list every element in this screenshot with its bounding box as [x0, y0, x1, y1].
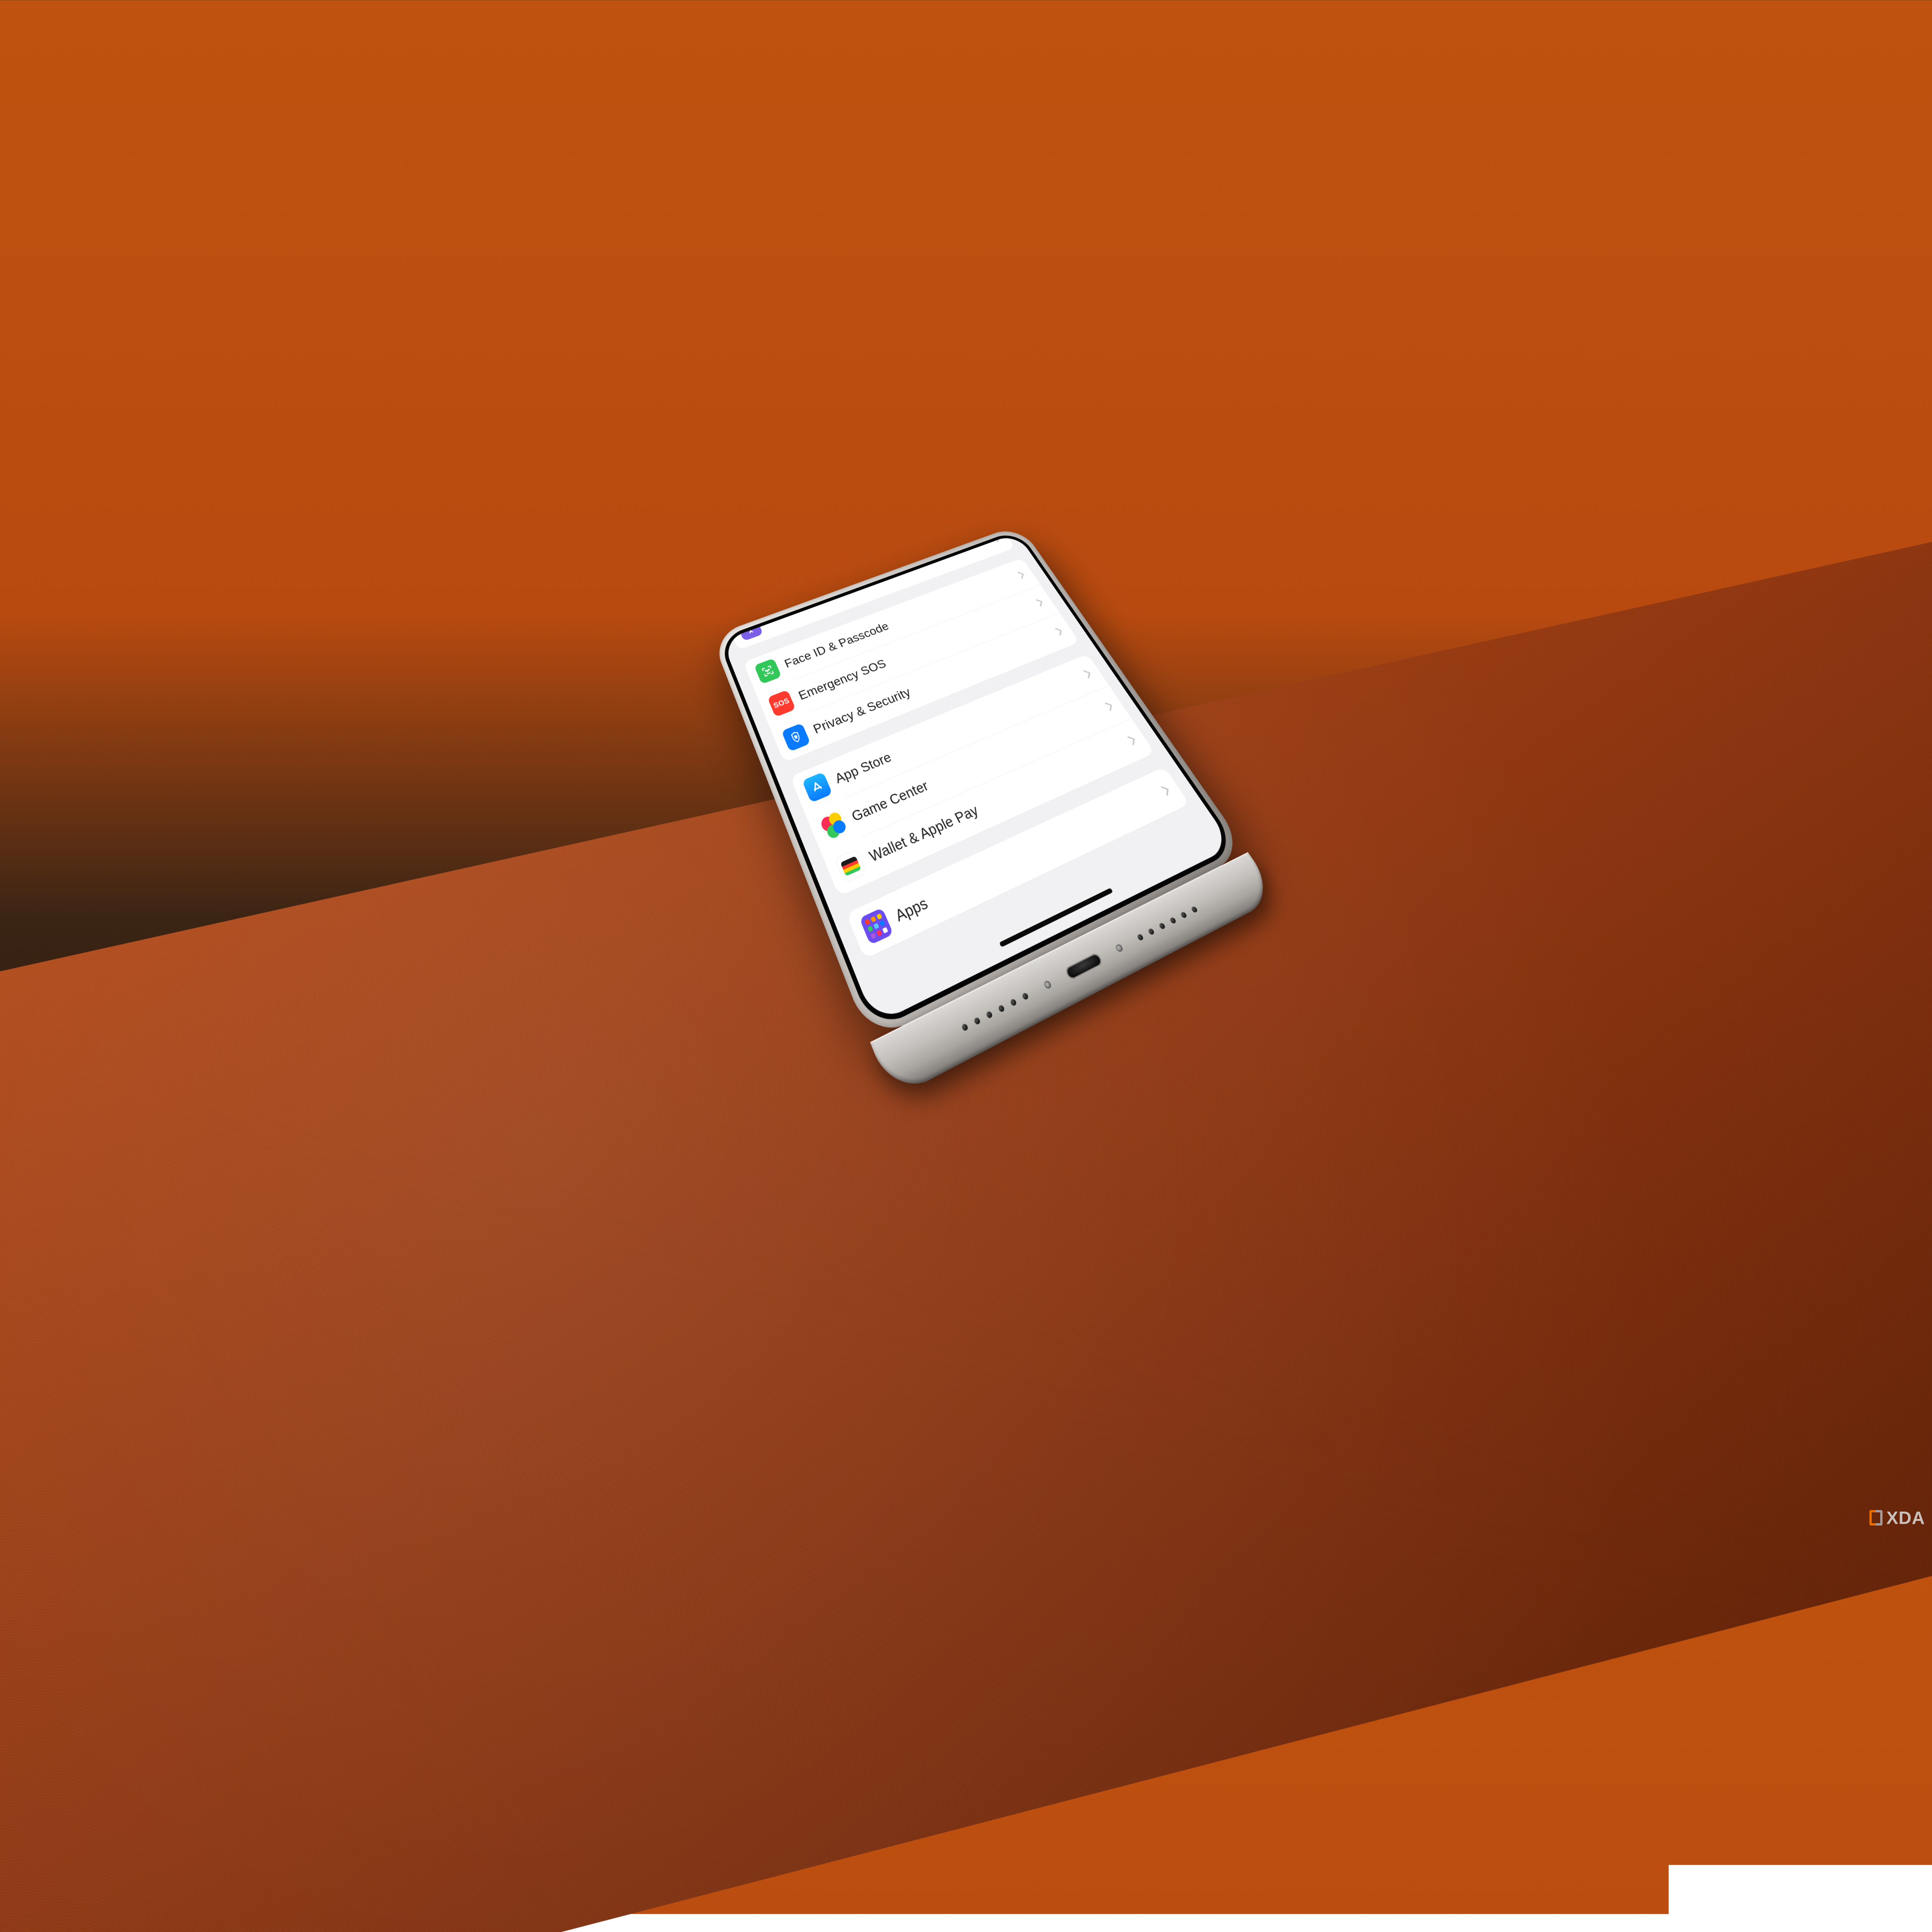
- chevron-right-icon: [1104, 700, 1116, 712]
- chevron-right-icon: [992, 534, 1002, 543]
- app-store-icon: [802, 772, 832, 803]
- face-id-icon: [754, 658, 782, 684]
- settings-row-label: Apps: [893, 787, 1161, 925]
- usb-c-port: [1064, 952, 1103, 980]
- sos-glyph: SOS: [772, 696, 791, 710]
- pentalobe-screw: [1043, 980, 1052, 989]
- chevron-right-icon: [1035, 597, 1046, 607]
- chevron-right-icon: [1054, 626, 1065, 636]
- chevron-right-icon: [1160, 783, 1173, 797]
- photo-scene: Face ID & Passcode SOS Emergency SOS: [0, 0, 1932, 1534]
- chevron-right-icon: [1082, 668, 1094, 679]
- pentalobe-screw: [1115, 943, 1124, 952]
- emergency-sos-icon: SOS: [767, 689, 796, 717]
- settings-row-wallet[interactable]: Wallet & Apple Pay: [822, 718, 1155, 896]
- settings-row-label: Wallet & Apple Pay: [867, 737, 1127, 865]
- accessibility-icon: [736, 617, 763, 641]
- game-center-icon: [818, 809, 849, 842]
- xda-watermark: XDA: [1869, 1507, 1925, 1528]
- chevron-right-icon: [1016, 570, 1027, 579]
- chevron-right-icon: [1126, 733, 1139, 746]
- speaker-grille-right: [1136, 905, 1198, 941]
- xda-watermark-text: XDA: [1886, 1507, 1925, 1528]
- apps-icon: [859, 907, 894, 945]
- xda-bracket-icon: [1869, 1510, 1883, 1526]
- wallet-icon: [835, 849, 867, 883]
- privacy-icon: [781, 723, 811, 752]
- speaker-grille-left: [961, 992, 1029, 1032]
